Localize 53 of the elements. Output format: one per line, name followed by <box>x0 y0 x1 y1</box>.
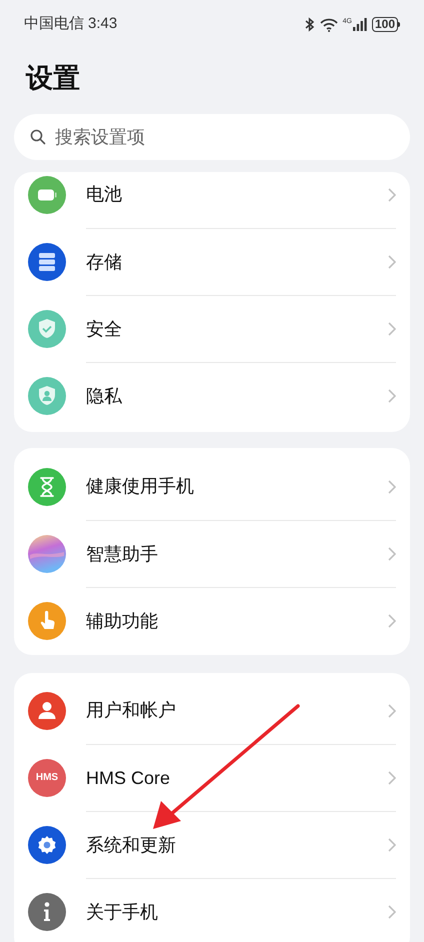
battery-level: 100 <box>372 17 398 32</box>
user-icon <box>28 692 66 730</box>
item-label: 健康使用手机 <box>86 475 195 498</box>
battery-icon <box>28 176 66 214</box>
storage-icon <box>28 242 66 280</box>
settings-item[interactable]: 智慧助手 <box>14 520 410 587</box>
signal-icon <box>352 18 367 31</box>
shield-check-icon <box>28 310 66 348</box>
settings-item[interactable]: 辅助功能 <box>14 587 410 654</box>
settings-item[interactable]: HMS HMS Core <box>14 744 410 811</box>
settings-item[interactable]: 健康使用手机 <box>14 453 410 520</box>
item-label: 系统和更新 <box>86 834 177 856</box>
shield-person-icon <box>28 376 66 414</box>
item-label: 存储 <box>86 250 123 274</box>
chevron-icon <box>388 905 396 919</box>
search-input: 搜索设置项 <box>55 124 394 150</box>
item-label: 智慧助手 <box>86 542 159 566</box>
page-title: 设置 <box>24 62 81 95</box>
item-label: 辅助功能 <box>86 610 159 632</box>
settings-item[interactable]: 安全 <box>14 295 410 362</box>
app-badge-icon: HMS <box>28 758 66 796</box>
bluetooth-icon <box>304 17 315 32</box>
settings-item[interactable]: 用户和帐户 <box>14 677 410 744</box>
gradient-orb-icon <box>28 534 66 572</box>
chevron-icon <box>388 389 396 403</box>
chevron-icon <box>388 255 396 269</box>
settings-item[interactable]: 关于手机 <box>14 878 410 942</box>
item-label: 用户和帐户 <box>86 699 177 722</box>
settings-item[interactable]: 存储 <box>14 228 410 295</box>
carrier-name: 中国电信 <box>24 14 84 34</box>
settings-item[interactable]: 隐私 <box>14 362 410 429</box>
chevron-icon <box>388 838 396 852</box>
settings-item[interactable]: 电池 <box>14 172 410 228</box>
item-label: HMS Core <box>86 766 172 790</box>
chevron-icon <box>388 547 396 561</box>
status-time: 3:43 <box>88 14 118 34</box>
chevron-icon <box>388 188 396 202</box>
item-label: 关于手机 <box>86 900 159 924</box>
chevron-icon <box>388 771 396 785</box>
item-label: 安全 <box>86 318 123 340</box>
info-icon <box>28 892 66 930</box>
search-field[interactable]: 搜索设置项 <box>14 114 410 160</box>
gear-icon <box>28 826 66 864</box>
chevron-icon <box>388 704 396 718</box>
pointing-hand-icon <box>28 602 66 640</box>
item-label: 隐私 <box>86 384 123 408</box>
item-label: 电池 <box>86 183 123 206</box>
chevron-icon <box>388 322 396 336</box>
search-icon <box>30 129 46 145</box>
chevron-icon <box>388 480 396 494</box>
wifi-icon <box>320 18 338 32</box>
hourglass-icon <box>28 468 66 506</box>
chevron-icon <box>388 614 396 628</box>
